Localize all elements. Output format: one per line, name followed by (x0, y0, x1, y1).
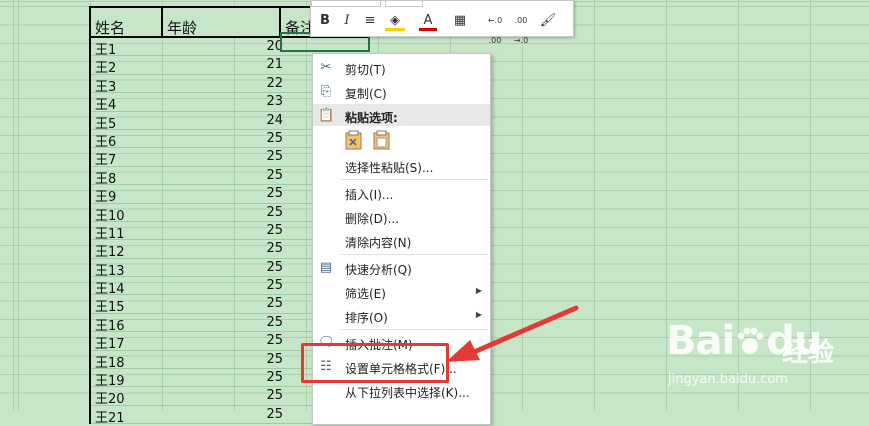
border-button[interactable]: ▦ (451, 11, 469, 31)
highlight-box (301, 343, 449, 383)
header-age[interactable]: 年龄 (163, 8, 281, 38)
watermark-url: jingyan.baidu.com (668, 372, 788, 387)
bold-button[interactable]: B (317, 11, 333, 31)
cell-age[interactable]: 25 (243, 352, 283, 367)
cell-name[interactable]: 王12 (95, 241, 125, 260)
submenu-arrow-icon: ▶ (475, 286, 482, 295)
menu-item-clear-contents[interactable]: 清除内容(N) (313, 229, 490, 253)
format-painter-icon[interactable]: 🖌 (539, 11, 557, 31)
cell-name[interactable]: 王19 (95, 370, 125, 389)
cell-name[interactable]: 王13 (95, 260, 125, 279)
cell-age[interactable]: 25 (243, 168, 283, 183)
cell-name[interactable]: 王18 (95, 352, 125, 371)
align-button[interactable]: ≡ (361, 11, 379, 31)
cell-age[interactable]: 25 (243, 131, 283, 146)
cell-name[interactable]: 王9 (95, 186, 116, 205)
cell-age[interactable]: 25 (243, 205, 283, 220)
cell-name[interactable]: 王10 (95, 205, 125, 224)
fill-color-button[interactable]: ◈ (385, 11, 405, 31)
copy-icon: ⎘ (320, 84, 332, 99)
cell-age[interactable]: 21 (243, 57, 283, 72)
cell-age[interactable]: 22 (243, 76, 283, 91)
menu-item-insert[interactable]: 插入(I)... (313, 181, 490, 205)
quick-analysis-icon: ▤ (319, 260, 333, 275)
header-divider (161, 6, 163, 38)
cell-name[interactable]: 王7 (95, 149, 116, 168)
cell-name[interactable]: 王20 (95, 388, 125, 407)
cell-name[interactable]: 王15 (95, 296, 125, 315)
cell-age[interactable]: 25 (243, 149, 283, 164)
cell-age[interactable]: 24 (243, 113, 283, 128)
menu-item-delete[interactable]: 删除(D)... (313, 205, 490, 229)
pointer-arrow-icon (446, 305, 579, 362)
cell-age[interactable]: 25 (243, 296, 283, 311)
menu-item-paste-special[interactable]: 选择性粘贴(S)... (313, 154, 490, 178)
cell-name[interactable]: 王5 (95, 113, 116, 132)
cell-name[interactable]: 王14 (95, 278, 125, 297)
header-name[interactable]: 姓名 (91, 8, 163, 38)
cell-age[interactable]: 25 (243, 315, 283, 330)
cell-name[interactable]: 王2 (95, 57, 116, 76)
menu-header-paste-options: 📋 粘贴选项: (313, 104, 490, 126)
cell-age[interactable]: 25 (243, 407, 283, 422)
cell-age[interactable]: 25 (243, 223, 283, 238)
menu-item-quick-analysis[interactable]: ▤ 快速分析(Q) (313, 256, 490, 280)
font-name-box[interactable] (311, 0, 381, 7)
cell-age[interactable]: 25 (243, 241, 283, 256)
cell-age[interactable]: 25 (243, 333, 283, 348)
paw-icon (735, 320, 765, 354)
paste-values-icon[interactable] (373, 130, 391, 150)
font-color-button[interactable]: A (419, 11, 437, 31)
cell-age[interactable]: 20 (243, 39, 283, 54)
cell-name[interactable]: 王16 (95, 315, 125, 334)
cell-age[interactable]: 25 (243, 186, 283, 201)
cell-age[interactable]: 25 (243, 388, 283, 403)
cell-name[interactable]: 王1 (95, 39, 116, 58)
mini-toolbar: B I ≡ ◈ A ▦ ←.0 .00 .00 →.0 🖌 (310, 0, 574, 45)
clipboard-icon: 📋 (318, 108, 335, 123)
decrease-decimal-button[interactable]: .00 →.0 (509, 11, 533, 45)
baidu-jingyan-watermark: Bai du 经验 jingyan.baidu.com (664, 312, 869, 410)
cell-name[interactable]: 王11 (95, 223, 125, 242)
cell-age[interactable]: 25 (243, 278, 283, 293)
cell-name[interactable]: 王17 (95, 333, 125, 352)
cell-name[interactable]: 王4 (95, 94, 116, 113)
cell-name[interactable]: 王8 (95, 168, 116, 187)
cell-age[interactable]: 25 (243, 370, 283, 385)
cell-age[interactable]: 23 (243, 94, 283, 109)
font-size-box[interactable] (385, 0, 423, 7)
italic-button[interactable]: I (339, 11, 355, 31)
cell-name[interactable]: 王3 (95, 76, 116, 95)
cell-age[interactable]: 25 (243, 260, 283, 275)
cell-name[interactable]: 王6 (95, 131, 116, 150)
menu-item-copy[interactable]: ⎘ 复制(C) (313, 80, 490, 104)
increase-decimal-button[interactable]: ←.0 .00 (483, 11, 507, 45)
menu-separator (341, 179, 488, 180)
menu-separator (341, 254, 488, 255)
watermark-cn: 经验 (782, 338, 835, 368)
menu-item-cut[interactable]: ✂ 剪切(T) (313, 56, 490, 80)
scissors-icon: ✂ (320, 60, 332, 75)
paste-formatting-icon[interactable] (345, 130, 363, 150)
